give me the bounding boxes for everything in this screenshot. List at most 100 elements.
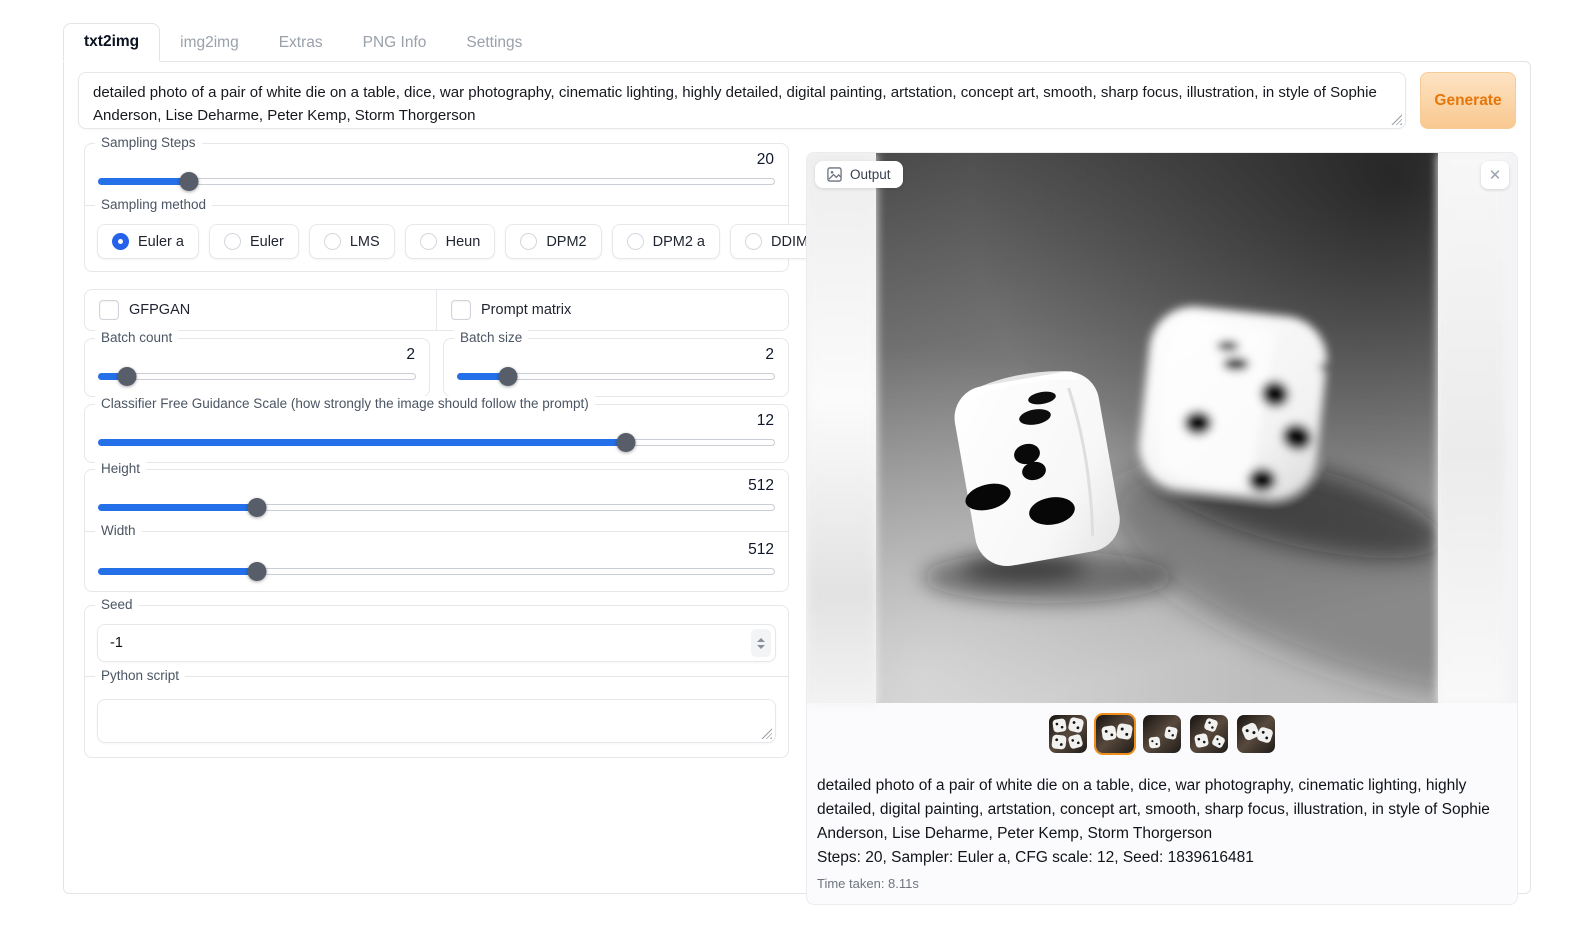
thumbnail-3[interactable]	[1141, 713, 1183, 755]
batch-size-panel: Batch size 2	[443, 338, 789, 397]
slider-handle[interactable]	[117, 367, 136, 386]
radio-heun[interactable]: Heun	[405, 224, 496, 259]
slider-handle[interactable]	[248, 498, 267, 517]
thumbnail-image	[1237, 715, 1275, 753]
close-icon: ✕	[1489, 166, 1502, 184]
height-label: Height	[95, 461, 146, 476]
batch-count-slider[interactable]	[98, 366, 416, 386]
prompt-row: detailed photo of a pair of white die on…	[78, 72, 1516, 129]
seed-panel: Seed -1 Python script	[84, 605, 789, 758]
slider-fill	[98, 178, 189, 185]
radio-icon	[745, 233, 762, 250]
radio-icon	[520, 233, 537, 250]
slider-handle[interactable]	[248, 562, 267, 581]
resize-handle-icon[interactable]	[1391, 114, 1402, 125]
thumbnail-1[interactable]	[1047, 713, 1089, 755]
slider-handle[interactable]	[180, 172, 199, 191]
sampling-method-panel: Sampling method Euler aEulerLMSHeunDPM2D…	[85, 205, 788, 263]
sampling-steps-panel: Sampling Steps 20 Sampling method Euler …	[84, 143, 789, 272]
time-taken: Time taken: 8.11s	[817, 874, 1505, 894]
sampling-steps-slider[interactable]	[98, 171, 775, 191]
seed-value: -1	[110, 635, 123, 651]
output-panel: Output ✕	[806, 152, 1518, 905]
tab-txt2img[interactable]: txt2img	[63, 23, 160, 62]
python-script-label: Python script	[95, 668, 185, 683]
radio-label: DPM2	[546, 234, 586, 250]
thumbnail-image	[1049, 715, 1087, 753]
seed-label: Seed	[95, 597, 139, 612]
generated-image[interactable]	[876, 153, 1438, 703]
gfpgan-checkbox[interactable]: GFPGAN	[85, 290, 436, 330]
radio-label: Heun	[446, 234, 481, 250]
radio-label: DDIM	[771, 234, 808, 250]
radio-dpm2[interactable]: DPM2	[505, 224, 601, 259]
output-tab-label: Output	[850, 167, 891, 182]
width-slider[interactable]	[98, 561, 775, 581]
image-icon	[827, 167, 842, 182]
gfpgan-label: GFPGAN	[129, 302, 190, 318]
radio-dpm2-a[interactable]: DPM2 a	[612, 224, 720, 259]
slider-handle[interactable]	[498, 367, 517, 386]
checkbox-icon[interactable]	[451, 300, 471, 320]
batch-size-label: Batch size	[454, 330, 528, 345]
prompt-text: detailed photo of a pair of white die on…	[93, 84, 1377, 124]
sampling-method-options: Euler aEulerLMSHeunDPM2DPM2 aDDIMPLMS	[97, 218, 776, 263]
radio-icon	[627, 233, 644, 250]
radio-icon	[224, 233, 241, 250]
stepper-down-icon[interactable]	[757, 645, 765, 649]
tab-settings[interactable]: Settings	[446, 25, 542, 61]
checkbox-icon[interactable]	[99, 300, 119, 320]
gallery	[807, 713, 1517, 755]
sampling-method-label: Sampling method	[95, 197, 212, 212]
batch-count-label: Batch count	[95, 330, 178, 345]
settings-column: Sampling Steps 20 Sampling method Euler …	[78, 143, 789, 765]
stepper-up-icon[interactable]	[757, 638, 765, 642]
tab-extras[interactable]: Extras	[259, 25, 343, 61]
width-label: Width	[95, 523, 142, 538]
batch-row: Batch count 2 Batch size 2	[84, 338, 789, 404]
batch-size-slider[interactable]	[457, 366, 775, 386]
radio-euler-a[interactable]: Euler a	[97, 224, 199, 259]
options-panel: GFPGAN Prompt matrix	[84, 289, 789, 331]
thumbnail-image	[1096, 715, 1134, 753]
app-window: txt2imgimg2imgExtrasPNG InfoSettings det…	[63, 22, 1531, 894]
image-blur-band-left	[807, 153, 876, 703]
tab-png-info[interactable]: PNG Info	[343, 25, 447, 61]
caption-params: Steps: 20, Sampler: Euler a, CFG scale: …	[817, 846, 1505, 870]
thumbnail-5[interactable]	[1235, 713, 1277, 755]
slider-fill	[98, 504, 257, 511]
thumbnail-image	[1143, 715, 1181, 753]
radio-icon	[112, 233, 129, 250]
prompt-matrix-checkbox[interactable]: Prompt matrix	[437, 290, 788, 330]
cfg-scale-label: Classifier Free Guidance Scale (how stro…	[95, 396, 595, 411]
slider-track	[98, 178, 775, 185]
radio-icon	[420, 233, 437, 250]
batch-count-panel: Batch count 2	[84, 338, 430, 397]
result-caption: detailed photo of a pair of white die on…	[807, 759, 1517, 904]
cfg-scale-slider[interactable]	[98, 432, 775, 452]
number-stepper[interactable]	[751, 629, 771, 657]
radio-euler[interactable]: Euler	[209, 224, 299, 259]
slider-handle[interactable]	[617, 433, 636, 452]
thumbnail-4[interactable]	[1188, 713, 1230, 755]
seed-input[interactable]: -1	[97, 624, 776, 662]
close-button[interactable]: ✕	[1481, 161, 1509, 189]
height-value: 512	[97, 477, 774, 495]
resize-handle-icon[interactable]	[761, 728, 772, 739]
txt2img-panel: detailed photo of a pair of white die on…	[63, 61, 1531, 894]
python-script-input[interactable]	[97, 699, 776, 743]
radio-icon	[324, 233, 341, 250]
sampling-steps-value: 20	[97, 151, 774, 169]
tab-img2img[interactable]: img2img	[160, 25, 259, 61]
batch-size-value: 2	[456, 346, 774, 364]
caption-prompt: detailed photo of a pair of white die on…	[817, 774, 1505, 846]
prompt-matrix-label: Prompt matrix	[481, 302, 571, 318]
height-slider[interactable]	[98, 497, 775, 517]
output-tab[interactable]: Output	[815, 161, 903, 188]
generate-button[interactable]: Generate	[1420, 72, 1516, 129]
width-value: 512	[97, 541, 774, 559]
prompt-input[interactable]: detailed photo of a pair of white die on…	[78, 72, 1406, 129]
thumbnail-2[interactable]	[1094, 713, 1136, 755]
radio-label: Euler a	[138, 234, 184, 250]
radio-lms[interactable]: LMS	[309, 224, 395, 259]
